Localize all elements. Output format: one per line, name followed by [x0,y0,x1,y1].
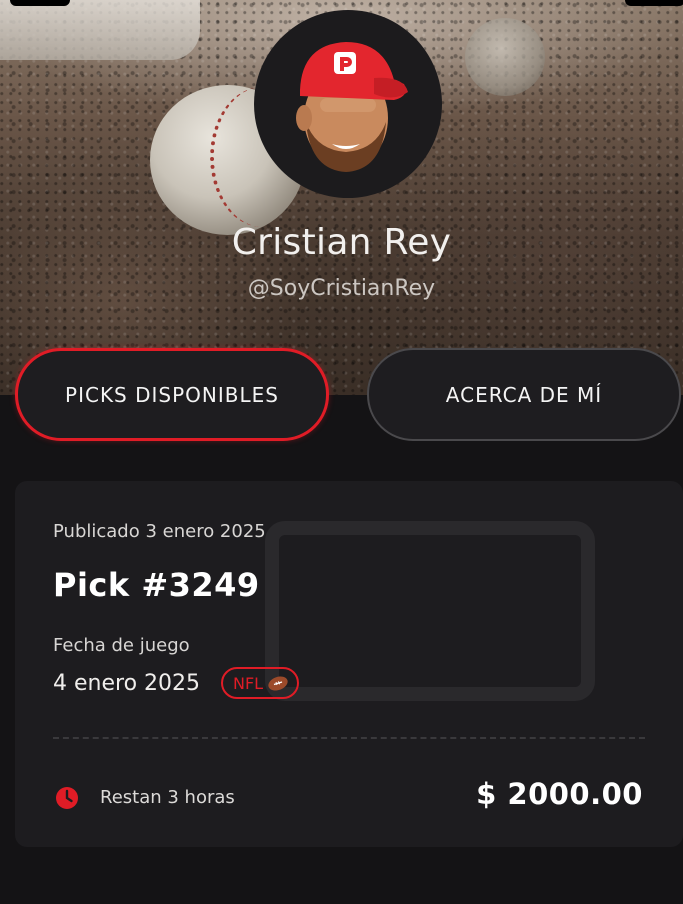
screen-corner [10,0,70,6]
published-date: Publicado 3 enero 2025 [53,521,266,542]
profile-name: Cristian Rey [231,222,452,263]
tab-label: ACERCA DE MÍ [445,382,603,407]
league-badge: NFL [221,667,300,699]
card-divider [53,737,645,739]
card-watermark [265,521,595,701]
pick-title: Pick #3249 [53,566,260,604]
football-icon [268,675,288,691]
tab-acerca-de-mi[interactable]: ACERCA DE MÍ [367,348,681,441]
clock-icon [56,787,78,809]
game-date: 4 enero 2025 [53,671,201,696]
pick-card[interactable]: Publicado 3 enero 2025 Pick #3249 Fecha … [15,481,683,847]
tab-label: PICKS DISPONIBLES [65,382,279,407]
baseball-decoration [465,18,545,96]
game-date-label: Fecha de juego [53,635,190,656]
tab-picks-disponibles[interactable]: PICKS DISPONIBLES [15,348,329,441]
profile-handle: @SoyCristianRey [247,276,436,301]
league-label: NFL [233,673,264,693]
cover-base-decoration [0,0,200,60]
pick-price: $ 2000.00 [476,777,643,811]
avatar[interactable] [254,10,442,198]
screen-corner [625,0,683,6]
cartoon-avatar-icon [296,42,408,172]
time-remaining: Restan 3 horas [100,787,235,808]
